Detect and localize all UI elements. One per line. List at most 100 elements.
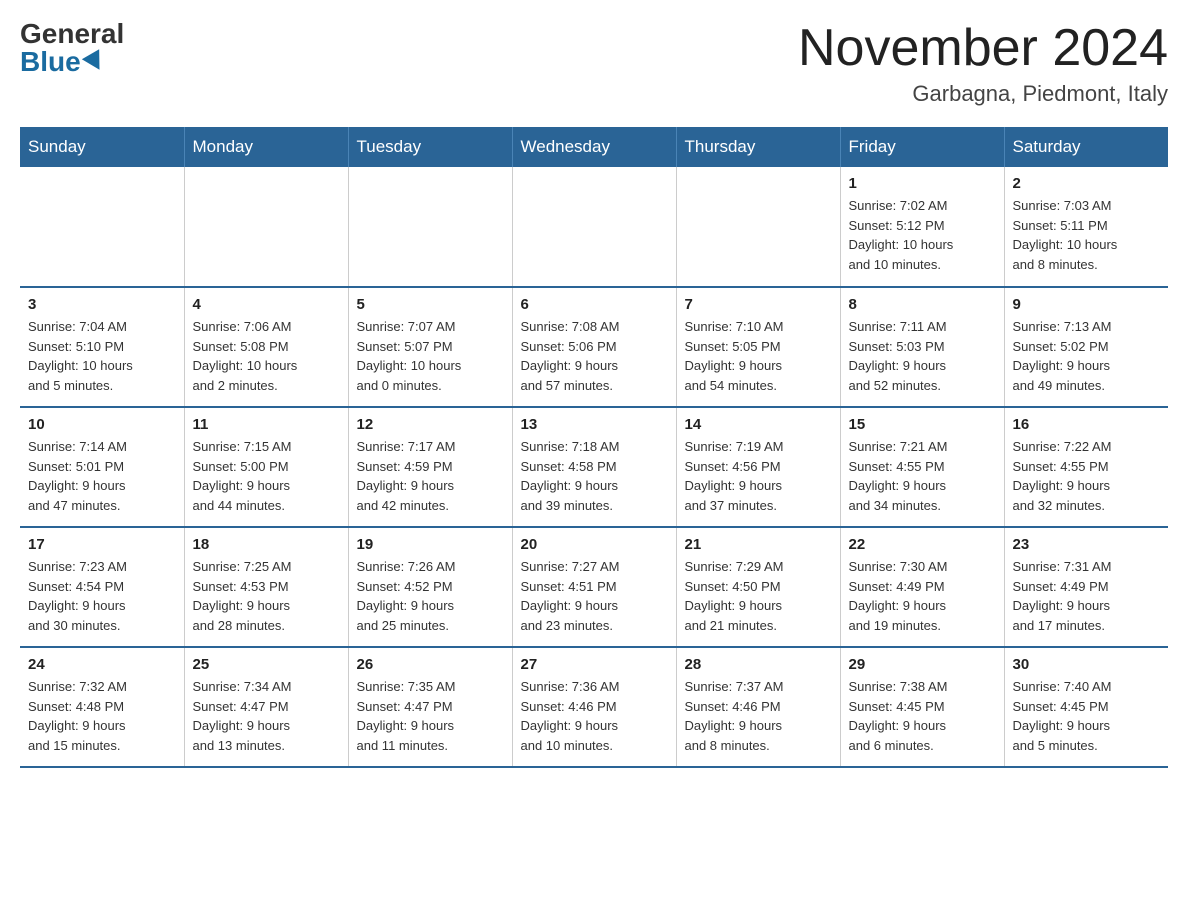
calendar-cell: 8 Sunrise: 7:11 AM Sunset: 5:03 PM Daylig… <box>840 287 1004 407</box>
calendar-cell: 1 Sunrise: 7:02 AM Sunset: 5:12 PM Daylig… <box>840 167 1004 287</box>
calendar-cell: 20 Sunrise: 7:27 AM Sunset: 4:51 PM Dayli… <box>512 527 676 647</box>
day-info: Sunrise: 7:10 AM Sunset: 5:05 PM Dayligh… <box>685 317 832 395</box>
header-cell-thursday: Thursday <box>676 127 840 167</box>
calendar-cell <box>512 167 676 287</box>
calendar-cell: 6 Sunrise: 7:08 AM Sunset: 5:06 PM Daylig… <box>512 287 676 407</box>
calendar-cell: 11 Sunrise: 7:15 AM Sunset: 5:00 PM Dayli… <box>184 407 348 527</box>
day-number: 20 <box>521 536 668 553</box>
day-number: 14 <box>685 416 832 433</box>
day-number: 30 <box>1013 656 1161 673</box>
calendar-cell: 23 Sunrise: 7:31 AM Sunset: 4:49 PM Dayli… <box>1004 527 1168 647</box>
day-number: 22 <box>849 536 996 553</box>
header-cell-sunday: Sunday <box>20 127 184 167</box>
day-info: Sunrise: 7:26 AM Sunset: 4:52 PM Dayligh… <box>357 557 504 635</box>
calendar-cell: 25 Sunrise: 7:34 AM Sunset: 4:47 PM Dayli… <box>184 647 348 767</box>
day-info: Sunrise: 7:19 AM Sunset: 4:56 PM Dayligh… <box>685 437 832 515</box>
calendar-cell: 19 Sunrise: 7:26 AM Sunset: 4:52 PM Dayli… <box>348 527 512 647</box>
day-info: Sunrise: 7:11 AM Sunset: 5:03 PM Dayligh… <box>849 317 996 395</box>
day-info: Sunrise: 7:15 AM Sunset: 5:00 PM Dayligh… <box>193 437 340 515</box>
location-text: Garbagna, Piedmont, Italy <box>798 81 1168 107</box>
month-title: November 2024 <box>798 20 1168 77</box>
calendar-cell: 15 Sunrise: 7:21 AM Sunset: 4:55 PM Dayli… <box>840 407 1004 527</box>
page-header: General Blue November 2024 Garbagna, Pie… <box>20 20 1168 107</box>
day-info: Sunrise: 7:04 AM Sunset: 5:10 PM Dayligh… <box>28 317 176 395</box>
day-number: 7 <box>685 296 832 313</box>
calendar-cell: 14 Sunrise: 7:19 AM Sunset: 4:56 PM Dayli… <box>676 407 840 527</box>
calendar-cell: 26 Sunrise: 7:35 AM Sunset: 4:47 PM Dayli… <box>348 647 512 767</box>
day-number: 12 <box>357 416 504 433</box>
day-number: 5 <box>357 296 504 313</box>
day-number: 24 <box>28 656 176 673</box>
day-number: 6 <box>521 296 668 313</box>
day-info: Sunrise: 7:38 AM Sunset: 4:45 PM Dayligh… <box>849 677 996 755</box>
header-cell-friday: Friday <box>840 127 1004 167</box>
day-number: 3 <box>28 296 176 313</box>
day-number: 1 <box>849 175 996 192</box>
day-info: Sunrise: 7:22 AM Sunset: 4:55 PM Dayligh… <box>1013 437 1161 515</box>
calendar-cell <box>676 167 840 287</box>
week-row-4: 17Sunrise: 7:23 AM Sunset: 4:54 PM Dayli… <box>20 527 1168 647</box>
calendar-cell: 9 Sunrise: 7:13 AM Sunset: 5:02 PM Daylig… <box>1004 287 1168 407</box>
calendar-cell: 3 Sunrise: 7:04 AM Sunset: 5:10 PM Daylig… <box>20 287 184 407</box>
header-cell-monday: Monday <box>184 127 348 167</box>
day-info: Sunrise: 7:35 AM Sunset: 4:47 PM Dayligh… <box>357 677 504 755</box>
calendar-cell: 2Sunrise: 7:03 AM Sunset: 5:11 PM Daylig… <box>1004 167 1168 287</box>
logo: General Blue <box>20 20 124 76</box>
day-number: 23 <box>1013 536 1161 553</box>
calendar-cell: 10Sunrise: 7:14 AM Sunset: 5:01 PM Dayli… <box>20 407 184 527</box>
day-info: Sunrise: 7:02 AM Sunset: 5:12 PM Dayligh… <box>849 196 996 274</box>
day-number: 17 <box>28 536 176 553</box>
day-number: 26 <box>357 656 504 673</box>
day-number: 18 <box>193 536 340 553</box>
calendar-cell: 24 Sunrise: 7:32 AM Sunset: 4:48 PM Dayli… <box>20 647 184 767</box>
day-number: 28 <box>685 656 832 673</box>
week-row-1: 1 Sunrise: 7:02 AM Sunset: 5:12 PM Daylig… <box>20 167 1168 287</box>
day-number: 19 <box>357 536 504 553</box>
day-info: Sunrise: 7:03 AM Sunset: 5:11 PM Dayligh… <box>1013 196 1161 274</box>
day-info: Sunrise: 7:40 AM Sunset: 4:45 PM Dayligh… <box>1013 677 1161 755</box>
day-info: Sunrise: 7:30 AM Sunset: 4:49 PM Dayligh… <box>849 557 996 635</box>
day-number: 15 <box>849 416 996 433</box>
day-info: Sunrise: 7:29 AM Sunset: 4:50 PM Dayligh… <box>685 557 832 635</box>
day-number: 4 <box>193 296 340 313</box>
calendar-table: SundayMondayTuesdayWednesdayThursdayFrid… <box>20 127 1168 768</box>
day-info: Sunrise: 7:14 AM Sunset: 5:01 PM Dayligh… <box>28 437 176 515</box>
day-info: Sunrise: 7:34 AM Sunset: 4:47 PM Dayligh… <box>193 677 340 755</box>
day-info: Sunrise: 7:31 AM Sunset: 4:49 PM Dayligh… <box>1013 557 1161 635</box>
calendar-cell <box>184 167 348 287</box>
calendar-cell: 13 Sunrise: 7:18 AM Sunset: 4:58 PM Dayli… <box>512 407 676 527</box>
day-info: Sunrise: 7:37 AM Sunset: 4:46 PM Dayligh… <box>685 677 832 755</box>
calendar-cell: 16 Sunrise: 7:22 AM Sunset: 4:55 PM Dayli… <box>1004 407 1168 527</box>
day-number: 27 <box>521 656 668 673</box>
header-cell-saturday: Saturday <box>1004 127 1168 167</box>
calendar-cell: 22 Sunrise: 7:30 AM Sunset: 4:49 PM Dayli… <box>840 527 1004 647</box>
day-info: Sunrise: 7:21 AM Sunset: 4:55 PM Dayligh… <box>849 437 996 515</box>
calendar-cell: 7 Sunrise: 7:10 AM Sunset: 5:05 PM Daylig… <box>676 287 840 407</box>
day-info: Sunrise: 7:25 AM Sunset: 4:53 PM Dayligh… <box>193 557 340 635</box>
day-info: Sunrise: 7:13 AM Sunset: 5:02 PM Dayligh… <box>1013 317 1161 395</box>
logo-blue-text: Blue <box>20 48 105 76</box>
day-number: 9 <box>1013 296 1161 313</box>
day-number: 11 <box>193 416 340 433</box>
day-number: 25 <box>193 656 340 673</box>
day-info: Sunrise: 7:08 AM Sunset: 5:06 PM Dayligh… <box>521 317 668 395</box>
logo-triangle-icon <box>82 49 108 75</box>
calendar-cell: 27 Sunrise: 7:36 AM Sunset: 4:46 PM Dayli… <box>512 647 676 767</box>
day-number: 16 <box>1013 416 1161 433</box>
day-info: Sunrise: 7:27 AM Sunset: 4:51 PM Dayligh… <box>521 557 668 635</box>
calendar-cell <box>348 167 512 287</box>
calendar-cell: 12Sunrise: 7:17 AM Sunset: 4:59 PM Dayli… <box>348 407 512 527</box>
week-row-3: 10Sunrise: 7:14 AM Sunset: 5:01 PM Dayli… <box>20 407 1168 527</box>
header-cell-tuesday: Tuesday <box>348 127 512 167</box>
header-cell-wednesday: Wednesday <box>512 127 676 167</box>
day-info: Sunrise: 7:36 AM Sunset: 4:46 PM Dayligh… <box>521 677 668 755</box>
logo-general-text: General <box>20 20 124 48</box>
day-info: Sunrise: 7:18 AM Sunset: 4:58 PM Dayligh… <box>521 437 668 515</box>
day-number: 13 <box>521 416 668 433</box>
calendar-cell: 4Sunrise: 7:06 AM Sunset: 5:08 PM Daylig… <box>184 287 348 407</box>
day-info: Sunrise: 7:32 AM Sunset: 4:48 PM Dayligh… <box>28 677 176 755</box>
header-row: SundayMondayTuesdayWednesdayThursdayFrid… <box>20 127 1168 167</box>
day-number: 8 <box>849 296 996 313</box>
calendar-cell: 17Sunrise: 7:23 AM Sunset: 4:54 PM Dayli… <box>20 527 184 647</box>
week-row-5: 24 Sunrise: 7:32 AM Sunset: 4:48 PM Dayli… <box>20 647 1168 767</box>
